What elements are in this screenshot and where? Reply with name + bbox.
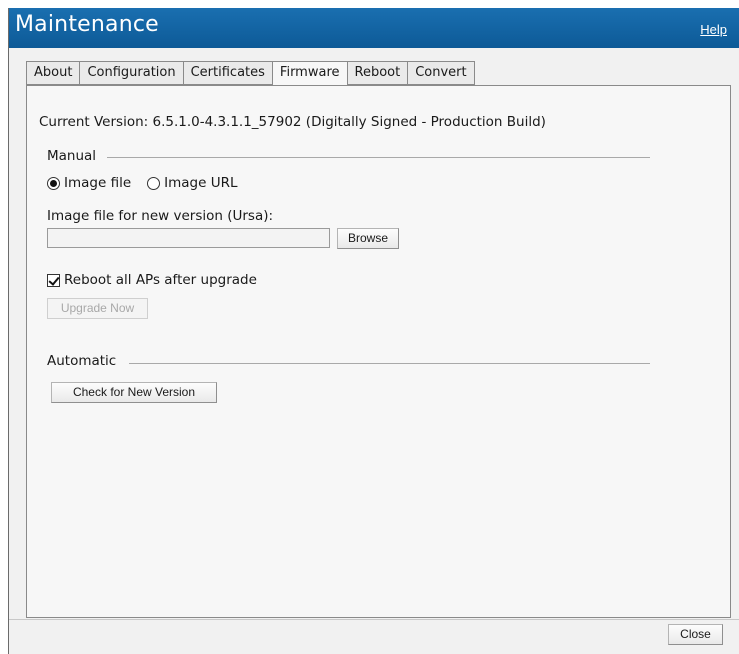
manual-section-divider	[107, 157, 650, 158]
browse-button[interactable]: Browse	[337, 228, 399, 249]
image-file-input[interactable]	[47, 228, 330, 248]
automatic-section-legend: Automatic	[47, 353, 116, 369]
tab-bar: About Configuration Certificates Firmwar…	[26, 61, 475, 86]
footer-divider	[9, 619, 739, 620]
image-file-radio[interactable]	[47, 176, 60, 190]
tab-convert[interactable]: Convert	[407, 61, 475, 85]
tab-reboot[interactable]: Reboot	[346, 61, 408, 85]
image-file-label: Image file for new version (Ursa):	[47, 208, 274, 224]
current-version-text: Current Version: 6.5.1.0-4.3.1.1_57902 (…	[39, 114, 546, 130]
tab-configuration[interactable]: Configuration	[79, 61, 183, 85]
image-url-radio[interactable]	[147, 176, 161, 190]
check-new-version-button[interactable]: Check for New Version	[51, 382, 217, 403]
manual-section-legend: Manual	[47, 148, 96, 164]
upgrade-now-button[interactable]: Upgrade Now	[47, 298, 148, 319]
tab-firmware[interactable]: Firmware	[271, 61, 347, 86]
close-button[interactable]: Close	[668, 624, 723, 645]
reboot-all-aps-checkbox[interactable]	[47, 273, 60, 287]
image-url-radio-label[interactable]: Image URL	[164, 175, 237, 191]
tab-certificates[interactable]: Certificates	[182, 61, 272, 85]
automatic-section-divider	[129, 363, 650, 364]
dialog-titlebar: Maintenance Help	[9, 8, 739, 48]
automatic-legend-label: Automatic	[47, 353, 117, 369]
reboot-all-aps-label[interactable]: Reboot all APs after upgrade	[64, 272, 257, 288]
reboot-checkbox-row: Reboot all APs after upgrade	[47, 272, 257, 288]
maintenance-dialog: Maintenance Help About Configuration Cer…	[8, 8, 739, 654]
manual-legend-label: Manual	[47, 148, 97, 164]
dialog-title: Maintenance	[15, 12, 159, 37]
image-file-radio-label[interactable]: Image file	[64, 175, 131, 191]
help-link[interactable]: Help	[700, 22, 727, 37]
image-source-radio-group: Image file Image URL	[47, 175, 254, 191]
firmware-panel: Current Version: 6.5.1.0-4.3.1.1_57902 (…	[26, 85, 731, 618]
tab-about[interactable]: About	[26, 61, 80, 85]
